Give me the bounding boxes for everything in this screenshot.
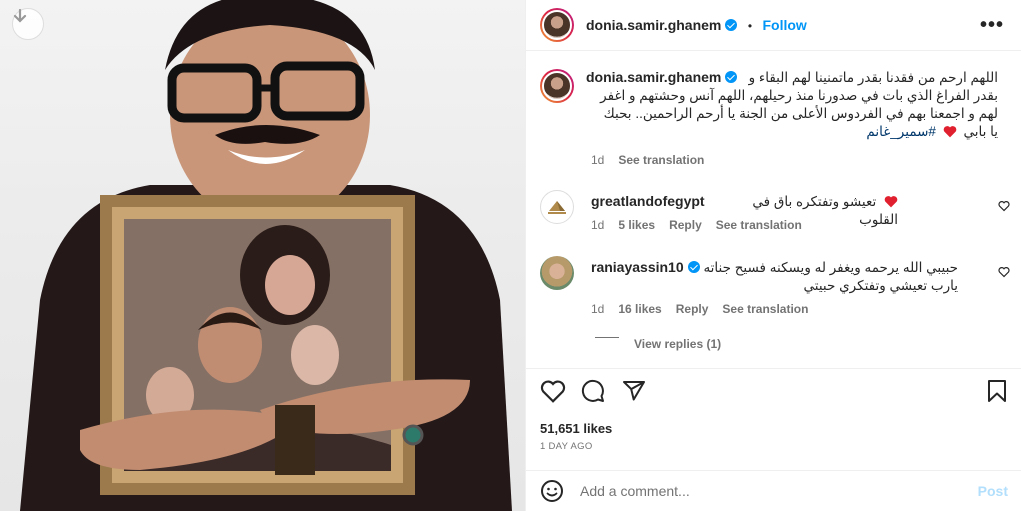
post-timestamp: 1 DAY AGO: [540, 441, 593, 452]
caption-line: يا بابي #سمير_غانم: [586, 123, 998, 141]
post-comment-button[interactable]: Post: [978, 483, 1008, 499]
comment-text: حبيبي الله يرحمه ويغفر له ويسكنه فسيح جن…: [591, 259, 958, 277]
post-image[interactable]: [0, 0, 525, 511]
likes-count[interactable]: 51,651 likes: [540, 421, 612, 436]
heart-emoji-icon: [884, 196, 898, 208]
comment-likes[interactable]: 16 likes: [618, 302, 661, 316]
reply-button[interactable]: Reply: [676, 302, 709, 316]
comment-meta: 1d 16 likes Reply See translation: [591, 302, 822, 316]
caption-line: بقدر الفراغ الذي بات في صدورنا منذ رحيله…: [600, 88, 998, 103]
caption-line: لهم و اجمعنا بهم في الفردوس الأعلى من ال…: [603, 106, 998, 121]
follow-button[interactable]: Follow: [762, 17, 806, 33]
replies-divider: [595, 337, 619, 338]
caption-text: اللهم ارحم من فقدنا بقدر ماتمنينا لهم ال…: [586, 69, 998, 141]
caption-line: اللهم ارحم من فقدنا بقدر ماتمنينا لهم ال…: [748, 70, 998, 85]
post-actions: 51,651 likes 1 DAY AGO: [526, 368, 1021, 460]
heart-icon[interactable]: [540, 379, 566, 403]
header-separator: •: [747, 19, 753, 33]
caption-line-text: يا بابي: [963, 124, 998, 139]
comments-list: donia.samir.ghanem اللهم ارحم من فقدنا ب…: [526, 52, 1021, 368]
heart-emoji-icon: [943, 126, 957, 138]
download-button[interactable]: [12, 8, 44, 40]
heart-icon[interactable]: [998, 266, 1010, 278]
comment-line: يارب تعيشي وتفتكري حبيتي: [803, 278, 958, 293]
commenter-avatar[interactable]: [540, 190, 574, 224]
more-options-icon[interactable]: •••: [980, 14, 1004, 37]
post-side-panel: donia.samir.ghanem • Follow ••• donia.sa…: [525, 0, 1021, 511]
save-icon[interactable]: [986, 379, 1008, 403]
caption-avatar[interactable]: [540, 69, 574, 103]
reply-button[interactable]: Reply: [669, 218, 702, 232]
comment-meta: 1d 5 likes Reply See translation: [591, 218, 816, 232]
comment-age[interactable]: 1d: [591, 302, 604, 316]
heart-icon[interactable]: [998, 200, 1010, 212]
caption-age[interactable]: 1d: [591, 153, 604, 167]
post-header: donia.samir.ghanem • Follow •••: [526, 0, 1021, 51]
download-icon: [13, 9, 27, 23]
post-photo-illustration: [20, 0, 512, 511]
share-icon[interactable]: [622, 379, 646, 403]
caption-meta: 1d See translation: [591, 153, 718, 167]
see-translation-link[interactable]: See translation: [716, 218, 802, 232]
emoji-icon[interactable]: [540, 479, 564, 503]
comment-age[interactable]: 1d: [591, 218, 604, 232]
pyramid-logo-icon: [548, 201, 566, 214]
view-replies-button[interactable]: View replies (1): [634, 337, 721, 351]
comment-line: حبيبي الله يرحمه ويغفر له ويسكنه فسيح جن…: [703, 260, 958, 275]
comment-input[interactable]: [580, 481, 960, 501]
verified-icon: [725, 19, 738, 31]
comment-username[interactable]: greatlandofegypt: [591, 193, 705, 209]
author-username[interactable]: donia.samir.ghanem: [586, 17, 721, 33]
author-avatar[interactable]: [540, 8, 574, 42]
see-translation-link[interactable]: See translation: [618, 153, 704, 167]
comment-composer: Post: [526, 470, 1021, 511]
comment-icon[interactable]: [581, 379, 605, 403]
caption-hashtag[interactable]: #سمير_غانم: [866, 124, 936, 139]
comment-likes[interactable]: 5 likes: [618, 218, 655, 232]
comment-text: يارب تعيشي وتفتكري حبيتي: [591, 277, 958, 295]
see-translation-link[interactable]: See translation: [722, 302, 808, 316]
commenter-avatar[interactable]: [540, 256, 574, 290]
